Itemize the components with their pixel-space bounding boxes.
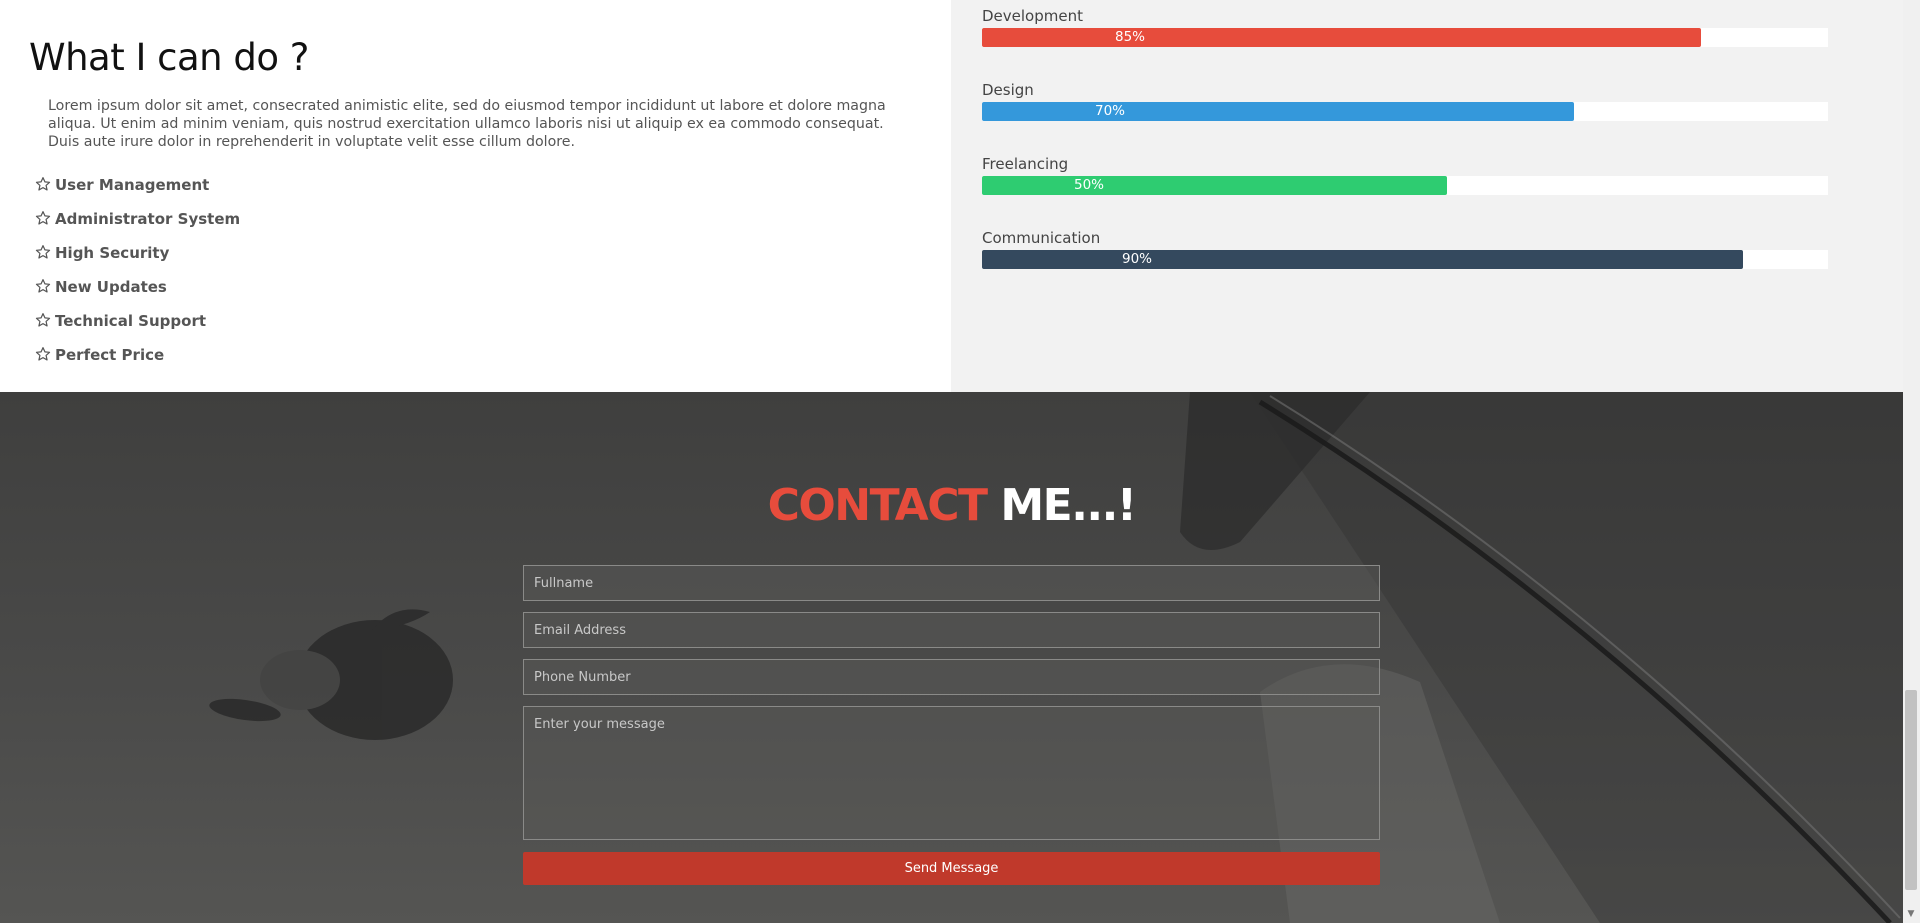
- skill-freelancing: Freelancing 50%: [982, 154, 1828, 195]
- intro-paragraph: Lorem ipsum dolor sit amet, consecrated …: [48, 98, 886, 150]
- star-outline-icon: [35, 278, 53, 296]
- feature-item: New Updates: [35, 270, 240, 304]
- feature-item: Technical Support: [35, 304, 240, 338]
- fullname-input[interactable]: [523, 565, 1380, 601]
- contact-title-accent: CONTACT: [767, 480, 988, 531]
- feature-item: High Security: [35, 236, 240, 270]
- skill-label: Freelancing: [982, 155, 1069, 173]
- progress-track: 90%: [982, 250, 1828, 269]
- star-outline-icon: [35, 346, 53, 364]
- skill-design: Design 70%: [982, 80, 1828, 121]
- phone-input[interactable]: [523, 659, 1380, 695]
- feature-label: High Security: [55, 244, 170, 262]
- contact-title: CONTACT ME...!: [0, 480, 1903, 531]
- contact-section: CONTACT ME...!: [0, 392, 1903, 923]
- skill-bars-panel: [951, 0, 1903, 392]
- scrollbar-thumb[interactable]: [1905, 690, 1917, 890]
- skills-section: What I can do ? Lorem ipsum dolor sit am…: [0, 0, 1903, 392]
- feature-label: Perfect Price: [55, 346, 165, 364]
- feature-item: Administrator System: [35, 202, 240, 236]
- feature-label: Technical Support: [55, 312, 207, 330]
- star-outline-icon: [35, 312, 53, 330]
- section-heading: What I can do ?: [29, 36, 309, 79]
- what-i-can-do-panel: What I can do ? Lorem ipsum dolor sit am…: [0, 0, 951, 392]
- feature-label: New Updates: [55, 278, 167, 296]
- star-outline-icon: [35, 210, 53, 228]
- progress-percent: 50%: [1074, 177, 1105, 193]
- skill-label: Design: [982, 81, 1034, 99]
- progress-track: 70%: [982, 102, 1828, 121]
- star-outline-icon: [35, 176, 53, 194]
- feature-label: Administrator System: [55, 210, 241, 228]
- star-outline-icon: [35, 244, 53, 262]
- progress-fill: [982, 176, 1447, 195]
- desk-background-image: [209, 392, 1903, 923]
- progress-percent: 90%: [1122, 251, 1153, 267]
- progress-percent: 85%: [1115, 29, 1146, 45]
- scroll-down-arrow-icon[interactable]: ▼: [1905, 908, 1917, 920]
- email-input[interactable]: [523, 612, 1380, 648]
- progress-fill: [982, 250, 1743, 269]
- progress-track: 50%: [982, 176, 1828, 195]
- skill-label: Development: [982, 7, 1083, 25]
- progress-fill: [982, 28, 1701, 47]
- feature-label: User Management: [55, 176, 210, 194]
- skill-label: Communication: [982, 229, 1101, 247]
- feature-item: Perfect Price: [35, 338, 240, 372]
- progress-percent: 70%: [1095, 103, 1126, 119]
- progress-fill: [982, 102, 1574, 121]
- skill-development: Development 85%: [982, 6, 1828, 47]
- progress-track: 85%: [982, 28, 1828, 47]
- message-textarea[interactable]: [523, 706, 1380, 840]
- send-message-button[interactable]: Send Message: [523, 852, 1380, 885]
- skill-communication: Communication 90%: [982, 228, 1828, 269]
- feature-item: User Management: [35, 168, 240, 202]
- contact-title-rest: ME...!: [1000, 480, 1137, 531]
- feature-list: User Management Administrator System Hig…: [35, 168, 240, 372]
